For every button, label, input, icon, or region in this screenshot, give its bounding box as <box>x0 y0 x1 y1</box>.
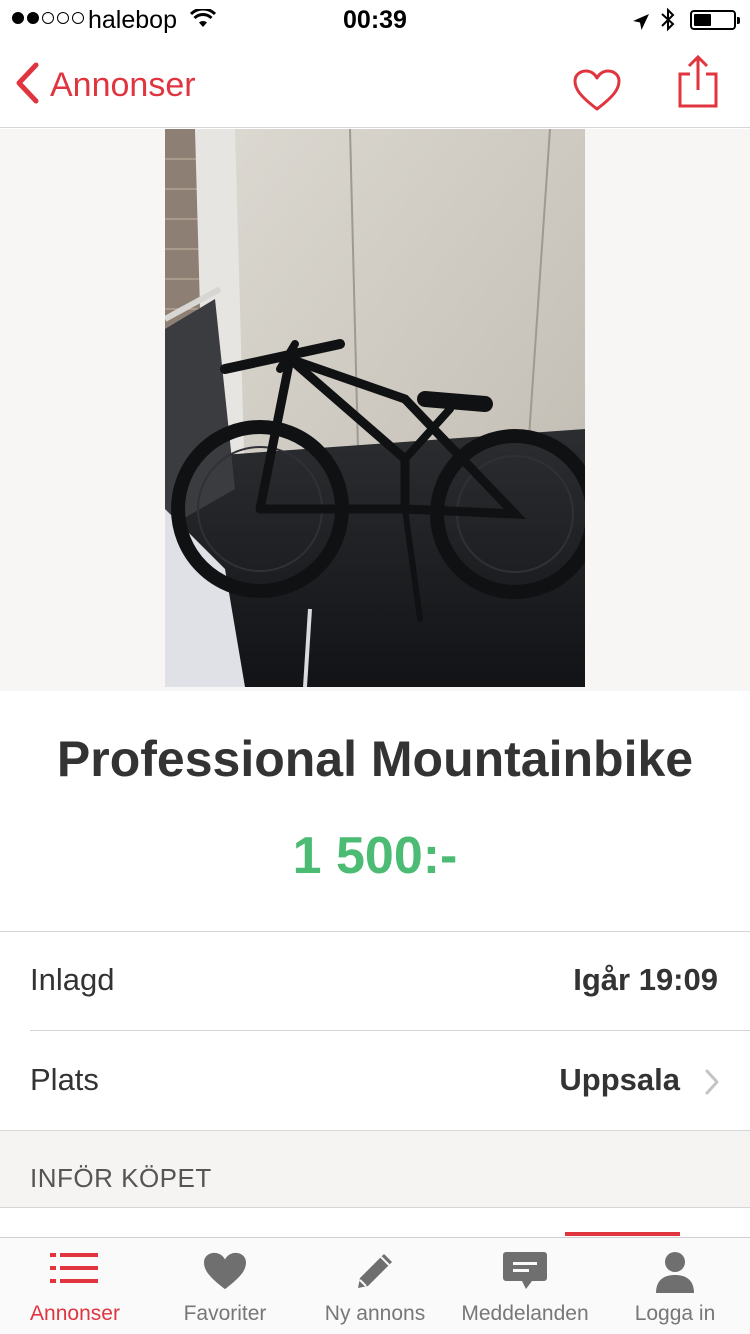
share-icon <box>678 54 718 108</box>
tab-annonser[interactable]: Annonser <box>0 1238 150 1334</box>
back-button[interactable]: Annonser <box>14 62 196 109</box>
tab-bar: Annonser Favoriter Ny annons Meddelanden <box>0 1237 750 1334</box>
tab-meddelanden[interactable]: Meddelanden <box>450 1238 600 1334</box>
tab-logga-in[interactable]: Logga in <box>600 1238 750 1334</box>
list-icon <box>0 1250 150 1286</box>
tab-favoriter[interactable]: Favoriter <box>150 1238 300 1334</box>
bluetooth-icon <box>660 7 676 40</box>
divider <box>0 1207 750 1208</box>
tab-label: Ny annons <box>324 1302 426 1325</box>
location-arrow-icon <box>632 10 650 38</box>
heart-outline-icon <box>573 69 621 111</box>
detail-row-location[interactable]: Plats Uppsala <box>0 1032 750 1130</box>
detail-key: Inlagd <box>30 962 115 997</box>
listing-price: 1 500:- <box>292 827 458 885</box>
favorite-button[interactable] <box>572 68 622 117</box>
tab-label: Meddelanden <box>461 1302 589 1325</box>
person-icon <box>600 1250 750 1294</box>
accent-indicator <box>565 1232 680 1236</box>
chevron-right-icon <box>704 1068 720 1101</box>
divider <box>30 1030 750 1031</box>
nav-bar: Annonser <box>0 40 750 128</box>
detail-row-posted: Inlagd Igår 19:09 <box>0 932 750 1030</box>
listing-image-area <box>0 129 750 691</box>
section-header: INFÖR KÖPET <box>0 1131 750 1207</box>
tab-label: Annonser <box>30 1302 120 1325</box>
pencil-icon <box>300 1250 450 1292</box>
detail-value: Uppsala <box>559 1062 680 1097</box>
tab-ny-annons[interactable]: Ny annons <box>300 1238 450 1334</box>
listing-photo[interactable] <box>165 129 585 687</box>
status-bar: halebop 00:39 <box>0 0 750 40</box>
tab-label: Favoriter <box>183 1302 267 1325</box>
detail-key: Plats <box>30 1062 99 1097</box>
battery-icon <box>690 10 740 30</box>
section-header-label: INFÖR KÖPET <box>30 1163 212 1193</box>
chat-icon <box>450 1250 600 1292</box>
detail-value: Igår 19:09 <box>573 962 718 997</box>
back-button-label: Annonser <box>50 66 196 104</box>
listing-title: Professional Mountainbike <box>56 731 694 787</box>
tab-label: Logga in <box>634 1302 716 1325</box>
share-button[interactable] <box>676 54 720 115</box>
heart-icon <box>150 1250 300 1292</box>
chevron-left-icon <box>14 62 40 109</box>
